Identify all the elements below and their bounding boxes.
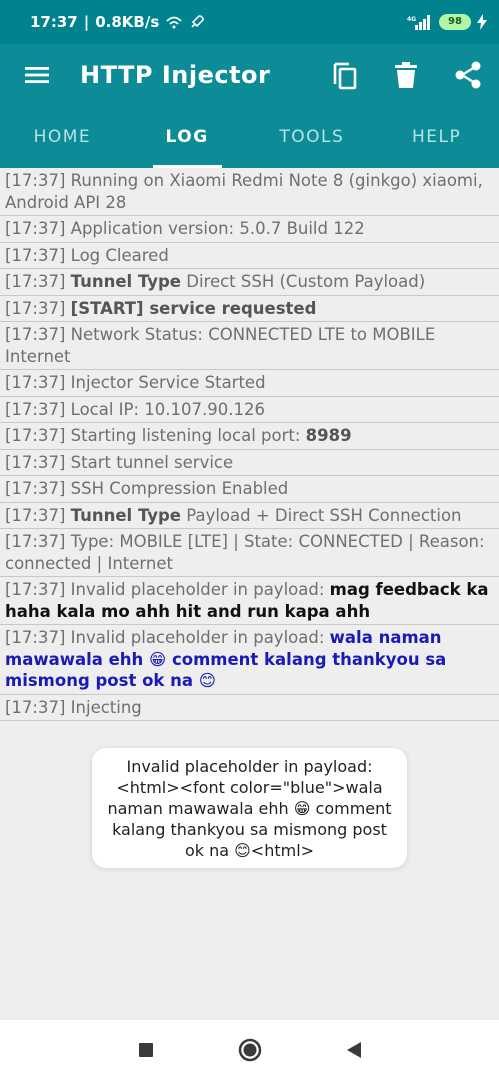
tab-home[interactable]: HOME	[0, 106, 125, 168]
system-nav-bar	[0, 1020, 499, 1080]
list-item: [17:37] Local IP: 10.107.90.126	[0, 397, 499, 423]
app-bar: HTTP Injector	[0, 44, 499, 106]
list-item: [17:37] Invalid placeholder in payload: …	[0, 625, 499, 695]
status-time: 17:37	[30, 13, 78, 31]
list-item: [17:37] Network Status: CONNECTED LTE to…	[0, 322, 499, 370]
status-bar: 17:37 | 0.8KB/s 4G 98	[0, 0, 499, 44]
battery-indicator: 98	[439, 14, 471, 30]
list-item: [17:37] Start tunnel service	[0, 450, 499, 476]
svg-text:4G: 4G	[407, 16, 416, 23]
back-triangle-icon[interactable]	[302, 1020, 406, 1080]
list-item: [17:37] [START] service requested	[0, 296, 499, 322]
rocket-icon	[191, 15, 205, 28]
list-item: [17:37] Application version: 5.0.7 Build…	[0, 216, 499, 243]
list-item: [17:37] Injecting	[0, 695, 499, 721]
tab-tools[interactable]: TOOLS	[250, 106, 375, 168]
recents-square-icon[interactable]	[94, 1020, 198, 1080]
tab-help[interactable]: HELP	[374, 106, 499, 168]
toast-message: Invalid placeholder in payload: <html><f…	[92, 748, 407, 868]
home-circle-icon[interactable]	[198, 1020, 302, 1080]
list-item: [17:37] Running on Xiaomi Redmi Note 8 (…	[0, 168, 499, 216]
list-item: [17:37] Injector Service Started	[0, 370, 499, 397]
list-item: [17:37] Tunnel Type Direct SSH (Custom P…	[0, 269, 499, 296]
app-title: HTTP Injector	[80, 61, 271, 89]
charging-bolt-icon	[477, 14, 487, 30]
share-icon[interactable]	[437, 44, 499, 106]
list-item: [17:37] Starting listening local port: 8…	[0, 423, 499, 450]
wifi-cloud-icon	[166, 16, 182, 29]
signal-icon: 4G	[407, 15, 430, 30]
status-speed: 0.8KB/s	[95, 13, 160, 31]
tab-bar: HOME LOG TOOLS HELP	[0, 106, 499, 168]
hamburger-menu-icon[interactable]	[12, 44, 62, 106]
tab-log[interactable]: LOG	[125, 106, 250, 168]
list-item: [17:37] Type: MOBILE [LTE] | State: CONN…	[0, 529, 499, 577]
list-item: [17:37] Invalid placeholder in payload: …	[0, 577, 499, 625]
list-item: [17:37] Tunnel Type Payload + Direct SSH…	[0, 503, 499, 529]
toast-text: Invalid placeholder in payload: <html><f…	[107, 756, 392, 860]
delete-icon[interactable]	[375, 44, 437, 106]
log-list[interactable]: [17:37] Running on Xiaomi Redmi Note 8 (…	[0, 168, 499, 721]
list-item: [17:37] SSH Compression Enabled	[0, 476, 499, 503]
copy-icon[interactable]	[313, 44, 375, 106]
list-item: [17:37] Log Cleared	[0, 243, 499, 269]
